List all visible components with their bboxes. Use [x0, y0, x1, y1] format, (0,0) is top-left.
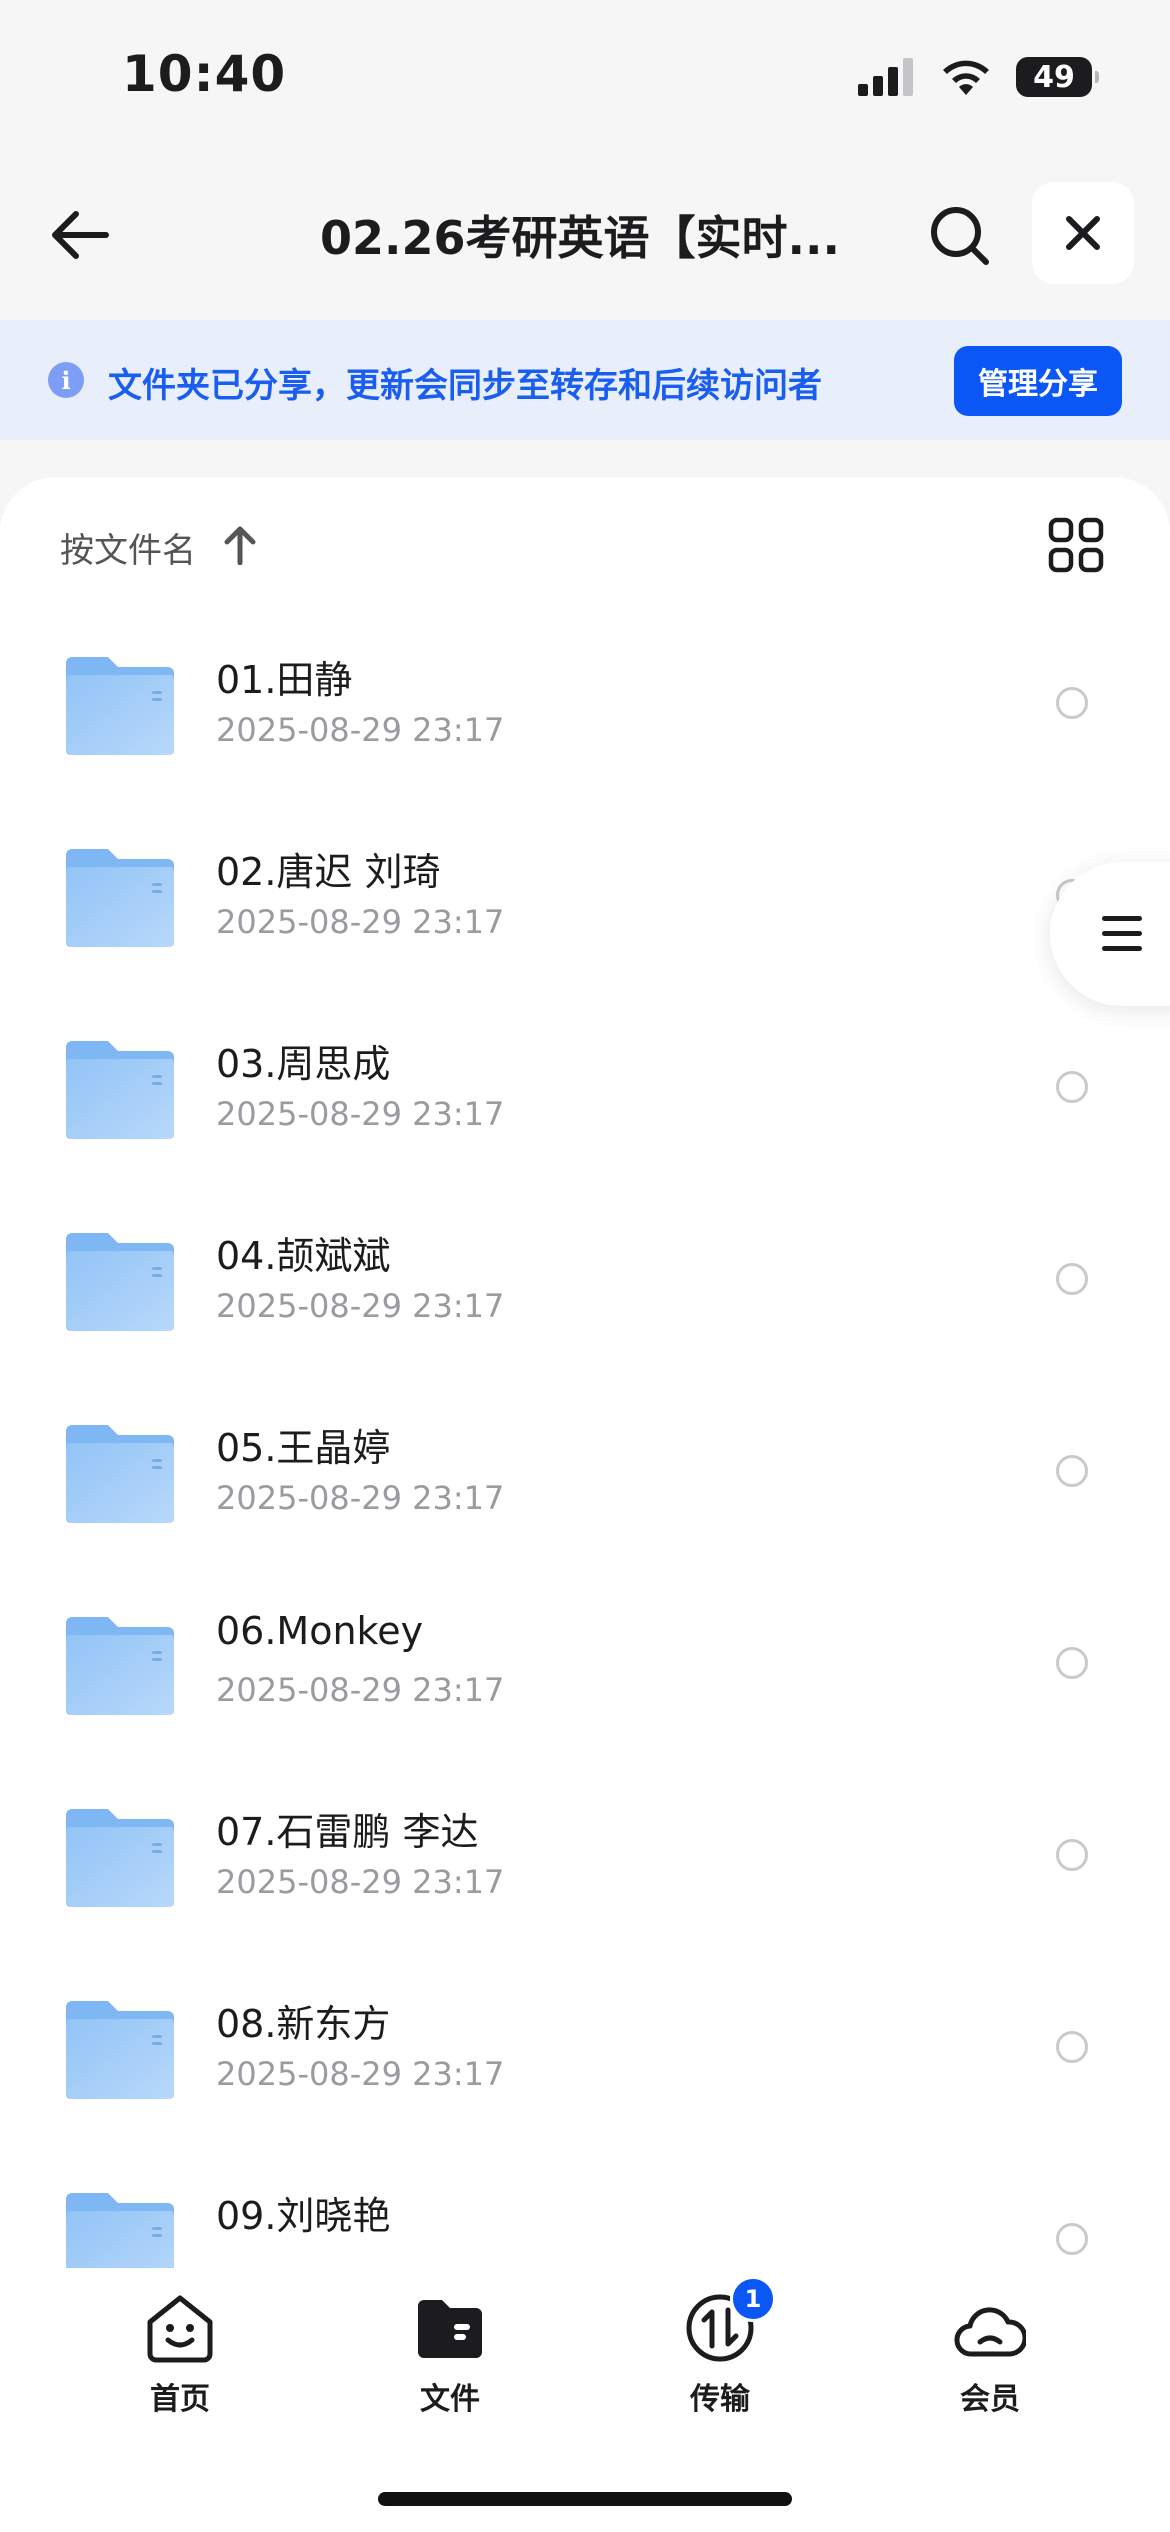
- home-indicator: [378, 2492, 792, 2506]
- select-checkbox[interactable]: [1056, 687, 1088, 719]
- page-title: 02.26考研英语【实时...: [320, 211, 840, 265]
- file-date: 2025-08-29 23:17: [216, 1863, 505, 1901]
- folder-icon: [66, 1233, 174, 1331]
- sort-by-name-button[interactable]: 按文件名: [60, 523, 196, 572]
- file-name: 01.田静: [216, 658, 353, 702]
- folder-icon: [66, 849, 174, 947]
- grid-view-icon[interactable]: [1048, 517, 1104, 573]
- folder-icon: [66, 657, 174, 755]
- file-row[interactable]: 04.颉斌斌 2025-08-29 23:17: [0, 1183, 1170, 1375]
- search-button[interactable]: [920, 196, 1000, 276]
- select-checkbox[interactable]: [1056, 2031, 1088, 2063]
- file-name: 05.王晶婷: [216, 1426, 391, 1470]
- file-name: 09.刘晓艳: [216, 2194, 391, 2238]
- info-icon: i: [48, 362, 84, 398]
- share-banner: i 文件夹已分享，更新会同步至转存和后续访问者 管理分享: [0, 320, 1170, 440]
- select-checkbox[interactable]: [1056, 1071, 1088, 1103]
- tab-label: 文件: [420, 2382, 480, 2417]
- file-date: 2025-08-29 23:17: [216, 1479, 505, 1517]
- file-date: 2025-08-29 23:17: [216, 1095, 505, 1133]
- file-name: 07.石雷鹏 李达: [216, 1810, 479, 1854]
- file-row[interactable]: 05.王晶婷 2025-08-29 23:17: [0, 1375, 1170, 1567]
- file-date: 2025-08-29 23:17: [216, 711, 505, 749]
- wifi-icon: [943, 60, 989, 95]
- close-button[interactable]: [1032, 182, 1134, 284]
- file-row[interactable]: 07.石雷鹏 李达 2025-08-29 23:17: [0, 1759, 1170, 1951]
- back-arrow-icon: [52, 211, 109, 259]
- tab-label: 传输: [690, 2382, 750, 2417]
- folder-icon: [66, 1425, 174, 1523]
- menu-icon: [1102, 916, 1142, 951]
- arrow-up-icon[interactable]: [222, 525, 258, 565]
- tab-home[interactable]: 首页: [90, 2292, 270, 2432]
- back-button[interactable]: [40, 195, 120, 275]
- select-checkbox[interactable]: [1056, 1263, 1088, 1295]
- search-icon: [931, 207, 989, 265]
- tab-label: 会员: [960, 2382, 1020, 2417]
- select-checkbox[interactable]: [1056, 2223, 1088, 2255]
- home-smile-icon: [147, 2295, 213, 2363]
- nav-bar: 02.26考研英语【实时...: [0, 160, 1170, 300]
- file-name: 08.新东方: [216, 2002, 391, 2046]
- file-date: 2025-08-29 23:17: [216, 2055, 505, 2093]
- file-name: 06.Monkey: [216, 1609, 424, 1653]
- share-banner-text: 文件夹已分享，更新会同步至转存和后续访问者: [108, 366, 822, 406]
- close-icon: [1066, 216, 1100, 250]
- select-checkbox[interactable]: [1056, 1647, 1088, 1679]
- folder-icon: [418, 2300, 482, 2358]
- tab-label: 首页: [150, 2382, 210, 2417]
- folder-icon: [66, 1809, 174, 1907]
- transfer-badge: 1: [730, 2276, 776, 2322]
- status-icons: 49: [858, 55, 1099, 99]
- folder-icon: [66, 1617, 174, 1715]
- file-row[interactable]: 01.田静 2025-08-29 23:17: [0, 607, 1170, 799]
- tab-files[interactable]: 文件: [360, 2292, 540, 2432]
- status-bar: 10:40 49: [0, 0, 1170, 150]
- transfer-icon-wrap: 1: [684, 2276, 776, 2364]
- file-date: 2025-08-29 23:17: [216, 1287, 505, 1325]
- folder-icon: [66, 2193, 174, 2277]
- folder-icon: [66, 2001, 174, 2099]
- manage-share-button[interactable]: 管理分享: [954, 346, 1122, 416]
- file-row[interactable]: 03.周思成 2025-08-29 23:17: [0, 991, 1170, 1183]
- file-date: 2025-08-29 23:17: [216, 903, 505, 941]
- file-name: 04.颉斌斌: [216, 1234, 391, 1278]
- file-date: 2025-08-29 23:17: [216, 1671, 505, 1709]
- file-name: 02.唐迟 刘琦: [216, 850, 441, 894]
- tab-vip[interactable]: 会员: [900, 2292, 1080, 2432]
- select-checkbox[interactable]: [1056, 1455, 1088, 1487]
- file-row[interactable]: 09.刘晓艳: [0, 2143, 1170, 2277]
- file-name: 03.周思成: [216, 1042, 391, 1086]
- status-time: 10:40: [122, 45, 287, 103]
- file-list-panel: 按文件名 01.田静 2025-08-29 23:17 02.唐迟 刘琦 2025-0…: [0, 477, 1170, 2277]
- file-row[interactable]: 08.新东方 2025-08-29 23:17: [0, 1951, 1170, 2143]
- file-row[interactable]: 02.唐迟 刘琦 2025-08-29 23:17: [0, 799, 1170, 991]
- battery-icon: 49: [1016, 57, 1099, 97]
- folder-icon: [66, 1041, 174, 1139]
- sort-row: 按文件名: [0, 477, 1170, 607]
- cloud-icon: [954, 2307, 1026, 2357]
- tab-transfer[interactable]: 1 传输: [630, 2276, 810, 2432]
- file-row[interactable]: 06.Monkey 2025-08-29 23:17: [0, 1567, 1170, 1759]
- cellular-signal-icon: [858, 58, 913, 96]
- select-checkbox[interactable]: [1056, 1839, 1088, 1871]
